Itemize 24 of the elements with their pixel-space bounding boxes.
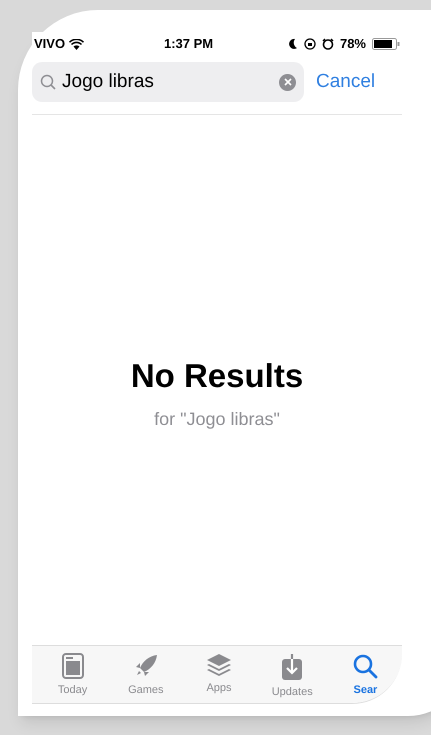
download-tray-icon (281, 653, 304, 681)
status-time: 1:37 PM (164, 35, 214, 54)
tab-item[interactable]: Apps (182, 653, 256, 696)
search-icon (352, 653, 378, 679)
alarm-clock-icon (322, 38, 334, 50)
battery-percentage: 78% (340, 35, 366, 54)
tab-item[interactable]: Sear (328, 653, 402, 698)
wifi-icon (69, 38, 84, 50)
tab-item[interactable]: Updates (256, 653, 329, 700)
tab-item[interactable]: Games (109, 653, 182, 698)
moon-icon (288, 38, 298, 50)
rotation-lock-icon (304, 38, 316, 50)
empty-state-title: No Results (130, 356, 304, 396)
clear-button[interactable] (279, 74, 296, 90)
tab-item[interactable]: Today (36, 653, 110, 698)
close-icon (284, 78, 292, 86)
layers-icon (206, 653, 232, 677)
cancel-button[interactable]: Cancel (316, 68, 376, 96)
carrier-name: VIVO (34, 35, 66, 54)
search-field[interactable]: Jogo libras (32, 62, 304, 102)
newspaper-icon (62, 653, 84, 679)
battery-icon (372, 38, 400, 50)
empty-state-subtitle: for "Jogo libras" (154, 408, 280, 432)
search-icon (40, 74, 56, 90)
